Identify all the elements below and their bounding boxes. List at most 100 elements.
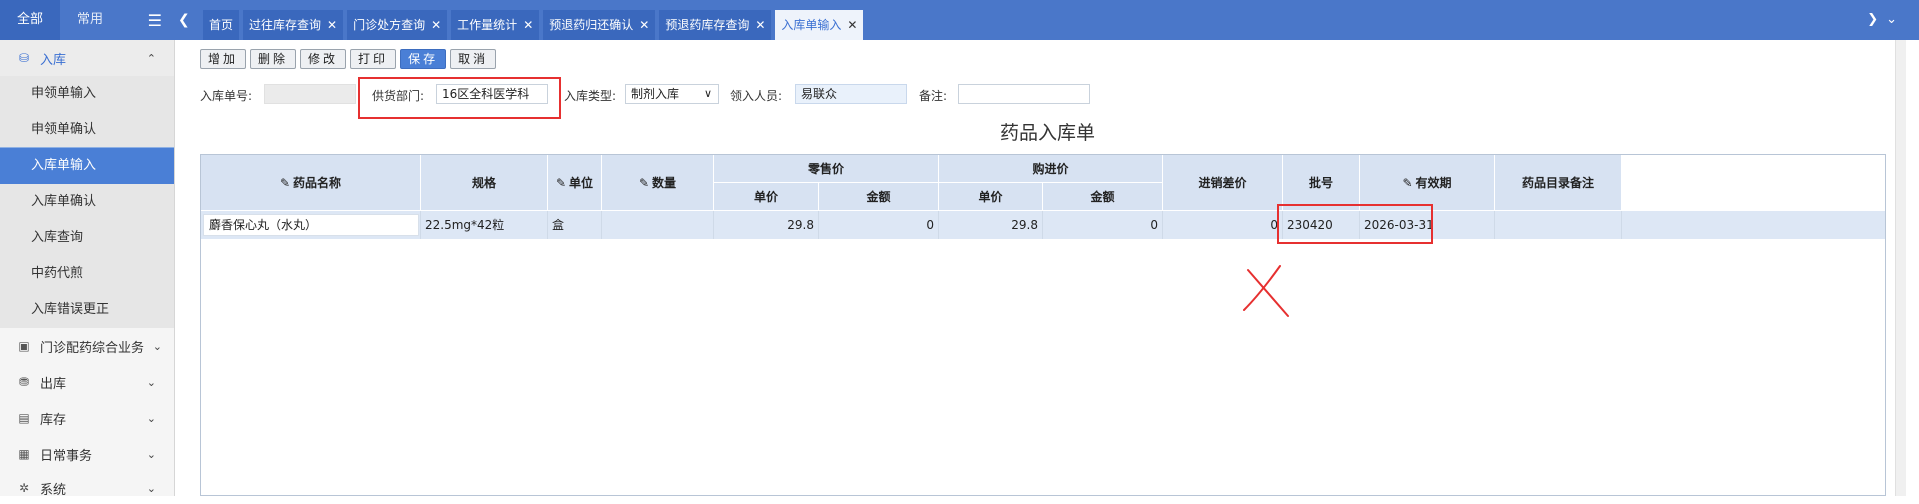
edit-button[interactable]: 修改 [300,49,347,69]
menu-toggle-icon[interactable]: ☰ [148,11,162,30]
cell-name[interactable]: 麝香保心丸（水丸） [201,211,421,239]
gear-icon: ✲ [18,481,30,495]
column-header-qty[interactable]: ✎ 数量 [602,155,714,211]
print-button[interactable]: 打印 [350,49,397,69]
cell-diff: 0 [1163,211,1283,239]
sidebar-group-daily[interactable]: ▦ 日常事务 ⌄ [0,436,174,472]
tab-label: 预退药归还确认 [549,18,634,32]
close-icon[interactable]: ✕ [431,18,441,32]
delete-button[interactable]: 删除 [250,49,297,69]
tab-workload-stats[interactable]: 工作量统计 ✕ [451,10,540,40]
sidebar-item-claim-confirm[interactable]: 申领单确认 [0,112,174,148]
inbound-type-value: 制剂入库 [631,87,680,101]
sidebar-group-label: 出库 [40,376,67,392]
tab-scroll-right-icon[interactable]: ❯⌄ [1867,12,1905,27]
annotation-box-batch-expiry [1277,204,1433,244]
order-no-field[interactable] [264,84,356,104]
close-icon[interactable]: ✕ [847,18,857,32]
chevron-down-icon: ⌄ [146,411,156,425]
tab-bar: ❮ 首页 过往库存查询 ✕ 门诊处方查询 ✕ 工作量统计 ✕ 预退药归还确认 ✕ 预退药… [174,0,1919,40]
edit-icon: ✎ [638,175,650,190]
drug-grid: ✎ 药品名称 规格 ✎ 单位 ✎ 数量 零售价 单价 金额 购进价 单价 金额 进销差… [200,154,1886,496]
tab-list: 首页 过往库存查询 ✕ 门诊处方查询 ✕ 工作量统计 ✕ 预退药归还确认 ✕ 预退药库存… [203,10,867,40]
column-header-name[interactable]: ✎ 药品名称 [201,155,421,211]
column-header-retail-price[interactable]: 单价 [714,183,819,211]
header-text: 单价 [978,190,1003,204]
outbound-icon: ⛃ [18,375,30,389]
annotation-box-supplier [358,77,561,119]
order-no-label: 入库单号: [200,89,253,103]
tab-return-confirm[interactable]: 预退药归还确认 ✕ [543,10,656,40]
sidebar-group-outpatient[interactable]: ▣ 门诊配药综合业务 ⌄ [0,328,174,364]
sidebar-item-herbal-decoction[interactable]: 中药代煎 [0,256,174,292]
calendar-icon: ▦ [18,447,30,461]
cell-retail-amount: 0 [819,211,939,239]
column-group-retail: 零售价 [714,155,939,183]
vertical-scrollbar[interactable] [1895,40,1906,496]
tab-inbound-input[interactable]: 入库单输入 ✕ [775,10,864,40]
sidebar-item-inbound-confirm[interactable]: 入库单确认 [0,184,174,220]
column-header-spec[interactable]: 规格 [421,155,548,211]
close-icon[interactable]: ✕ [523,18,533,32]
sidebar-group-system[interactable]: ✲ 系统 ⌄ [0,472,174,504]
chevron-down-icon: ⌄ [146,375,156,389]
sidebar-group-label: 门诊配药综合业务 [40,340,145,356]
save-button[interactable]: 保存 [400,49,447,69]
header-text: 金额 [1090,190,1115,204]
column-header-unit[interactable]: ✎ 单位 [548,155,602,211]
remark-field[interactable] [958,84,1090,104]
annotation-x-mark [1243,265,1289,317]
cell-qty[interactable] [602,211,714,239]
sidebar-tab-common[interactable]: 常用 [60,0,120,40]
page-title: 药品入库单 [999,122,1095,144]
column-header-remark[interactable]: 药品目录备注 [1495,155,1622,211]
header-text: 药品目录备注 [1521,176,1594,190]
inventory-icon: ▤ [18,411,30,425]
cell-purchase-price: 29.8 [939,211,1043,239]
tab-return-stock-query[interactable]: 预退药库存查询 ✕ [659,10,772,40]
chevron-up-icon: ⌃ [146,51,156,65]
sidebar-item-claim-input[interactable]: 申领单输入 [0,76,174,112]
tab-outpatient-prescription[interactable]: 门诊处方查询 ✕ [347,10,448,40]
sidebar: 全部 常用 ☰ ⛁ 入库 ⌃ 申领单输入 申领单确认 入库单输入 入库单确认 入… [0,0,175,498]
cancel-button[interactable]: 取消 [450,49,497,69]
sidebar-group-outbound[interactable]: ⛃ 出库 ⌄ [0,364,174,400]
column-header-purchase-price[interactable]: 单价 [939,183,1043,211]
sidebar-group-stock[interactable]: ▤ 库存 ⌄ [0,400,174,436]
tab-label: 工作量统计 [457,18,518,32]
header-text: 药品名称 [293,176,342,190]
column-header-expiry[interactable]: ✎ 有效期 [1360,155,1495,211]
tab-home[interactable]: 首页 [203,10,240,40]
receiver-field[interactable]: 易联众 [795,84,907,104]
column-header-purchase-amount[interactable]: 金额 [1043,183,1163,211]
receiver-label: 领入人员: [730,89,783,103]
column-header-retail-amount[interactable]: 金额 [819,183,939,211]
main-content: 增加 删除 修改 打印 保存 取消 入库单号: 供货部门: 16区全科医学科 入… [190,40,1906,496]
sidebar-group-label: 日常事务 [40,448,93,464]
header-text: 购进价 [1032,162,1069,176]
inbound-type-select[interactable]: 制剂入库 ∨ [625,84,719,104]
tab-label: 首页 [209,18,234,32]
sidebar-item-inbound-query[interactable]: 入库查询 [0,220,174,256]
column-header-diff[interactable]: 进销差价 [1163,155,1283,211]
drug-name-input[interactable]: 麝香保心丸（水丸） [203,214,419,236]
header-text: 数量 [652,176,677,190]
edit-icon: ✎ [555,175,567,190]
sidebar-item-inbound-input[interactable]: 入库单输入 [0,148,174,184]
chevron-down-icon: ⌄ [152,339,162,353]
header-text: 零售价 [807,162,844,176]
inbound-icon: ⛁ [18,51,30,65]
close-icon[interactable]: ✕ [639,18,649,32]
add-button[interactable]: 增加 [200,49,247,69]
tab-label: 入库单输入 [781,18,842,32]
close-icon[interactable]: ✕ [327,18,337,32]
tab-scroll-left-icon[interactable]: ❮ [178,12,190,28]
column-header-batch[interactable]: 批号 [1283,155,1360,211]
tab-past-stock-query[interactable]: 过往库存查询 ✕ [243,10,344,40]
chevron-down-icon: ∨ [703,87,712,100]
sidebar-group-inbound[interactable]: ⛁ 入库 ⌃ [0,40,174,76]
sidebar-item-inbound-correction[interactable]: 入库错误更正 [0,292,174,328]
close-icon[interactable]: ✕ [755,18,765,32]
sidebar-tab-all[interactable]: 全部 [0,0,60,40]
pill-box-icon: ▣ [18,339,30,353]
